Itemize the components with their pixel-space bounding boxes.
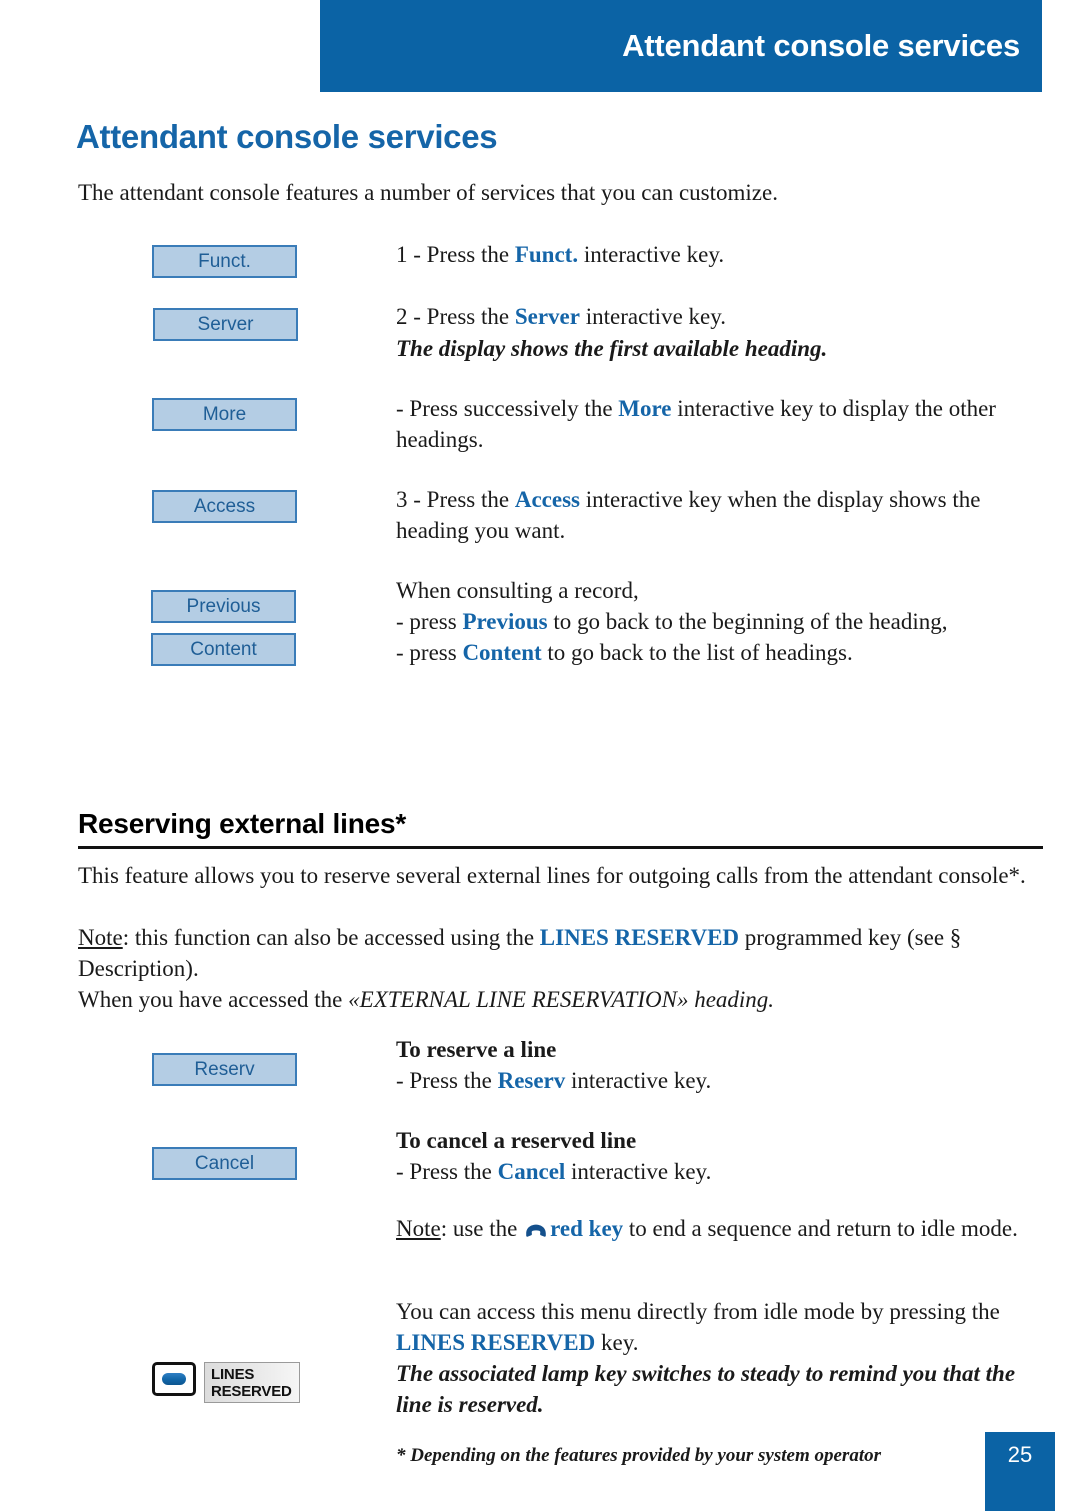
softkey-access[interactable]: Access xyxy=(152,490,297,523)
softkey-funct[interactable]: Funct. xyxy=(152,245,297,278)
note-prefix: : this function can also be accessed usi… xyxy=(122,925,540,950)
lines-reserved-programmed-key[interactable]: LINES RESERVED xyxy=(152,1362,300,1403)
softkey-content[interactable]: Content xyxy=(151,633,296,666)
record-content-keyword: Content xyxy=(462,640,542,665)
cancel-keyword: Cancel xyxy=(497,1159,566,1184)
reserve-suffix: interactive key. xyxy=(565,1068,712,1093)
redkey-keyword: red key xyxy=(550,1216,624,1241)
step2-prefix: 2 - Press the xyxy=(396,304,515,329)
step1-prefix: 1 - Press the xyxy=(396,242,515,267)
reserve-line-block: To reserve a line - Press the Reserv int… xyxy=(396,1034,1056,1096)
instruction-step-3: 3 - Press the Access interactive key whe… xyxy=(396,484,1051,546)
softkey-label: Server xyxy=(197,314,254,335)
softkey-label: More xyxy=(202,404,247,425)
intro-paragraph: The attendant console features a number … xyxy=(78,180,778,205)
reserve-instruction: - Press the Reserv interactive key. xyxy=(396,1065,1056,1096)
softkey-label: Funct. xyxy=(198,251,251,272)
instruction-record-group: When consulting a record, - press Previo… xyxy=(396,575,1036,668)
softkey-label: Cancel xyxy=(194,1153,255,1174)
reserve-keyword: Reserv xyxy=(497,1068,566,1093)
record-prev-prefix: - press xyxy=(396,609,463,634)
record-content-suffix: to go back to the list of headings. xyxy=(541,640,853,665)
record-content-prefix: - press xyxy=(396,640,463,665)
direct-keyword: LINES RESERVED xyxy=(396,1330,596,1355)
handset-icon xyxy=(525,1214,547,1237)
softkey-label: Reserv xyxy=(194,1059,255,1080)
step2-display-note: The display shows the first available he… xyxy=(396,336,828,361)
step1-keyword: Funct. xyxy=(514,242,579,267)
lamp-key-label-line1: LINES xyxy=(211,1366,255,1383)
record-intro: When consulting a record, xyxy=(396,578,639,603)
document-page: Attendant console services Attendant con… xyxy=(0,0,1080,1511)
instruction-step-2: 2 - Press the Server interactive key. Th… xyxy=(396,301,1056,364)
cancel-subheading: To cancel a reserved line xyxy=(396,1128,637,1153)
step3-prefix: 3 - Press the xyxy=(396,487,515,512)
record-prev-suffix: to go back to the beginning of the headi… xyxy=(547,609,948,634)
record-content-line: - press Content to go back to the list o… xyxy=(396,637,1036,668)
more-keyword: More xyxy=(618,396,672,421)
softkey-label: Content xyxy=(190,639,257,660)
step2-keyword: Server xyxy=(514,304,580,329)
direct-access-line: You can access this menu directly from i… xyxy=(396,1296,1036,1358)
section-accessed-line: When you have accessed the «EXTERNAL LIN… xyxy=(78,984,1046,1015)
lamp-key-button[interactable] xyxy=(152,1362,196,1396)
redkey-prefix: : use the xyxy=(440,1216,524,1241)
lamp-key-label-line2: RESERVED xyxy=(211,1383,292,1400)
softkey-label: Previous xyxy=(186,596,261,617)
note-label: Note xyxy=(78,925,123,950)
softkey-cancel[interactable]: Cancel xyxy=(152,1147,297,1180)
reserve-prefix: - Press the xyxy=(396,1068,498,1093)
lamp-indicator-icon xyxy=(162,1373,186,1385)
red-key-note: Note: use the red key to end a sequence … xyxy=(396,1213,1031,1244)
direct-prefix: You can access this menu directly from i… xyxy=(396,1299,1000,1324)
accessed-heading-name: «EXTERNAL LINE RESERVATION» heading. xyxy=(348,987,775,1012)
lamp-key-label: LINES RESERVED xyxy=(204,1362,300,1403)
reserve-subheading: To reserve a line xyxy=(396,1037,557,1062)
page-title: Attendant console services xyxy=(76,118,498,155)
cancel-instruction: - Press the Cancel interactive key. xyxy=(396,1156,1056,1187)
header-banner-title: Attendant console services xyxy=(622,28,1020,63)
step1-suffix: interactive key. xyxy=(578,242,725,267)
instruction-step-1: 1 - Press the Funct. interactive key. xyxy=(396,239,1056,270)
header-banner: Attendant console services xyxy=(320,0,1042,92)
note-keyword: LINES RESERVED xyxy=(539,925,740,950)
softkey-reserv[interactable]: Reserv xyxy=(152,1053,297,1086)
softkey-server[interactable]: Server xyxy=(153,308,298,341)
lamp-note: The associated lamp key switches to stea… xyxy=(396,1361,1016,1417)
section-heading-text: Reserving external lines* xyxy=(78,808,407,839)
accessed-prefix: When you have accessed the xyxy=(78,987,349,1012)
section-note-line: Note: this function can also be accessed… xyxy=(78,922,1046,984)
page-number-block: 25 xyxy=(985,1432,1055,1511)
redkey-suffix: to end a sequence and return to idle mod… xyxy=(623,1216,1018,1241)
direct-access-block: You can access this menu directly from i… xyxy=(396,1296,1036,1420)
page-number: 25 xyxy=(1007,1442,1033,1467)
step2-suffix: interactive key. xyxy=(579,304,726,329)
record-prev-keyword: Previous xyxy=(462,609,548,634)
footnote-text: * Depending on the features provided by … xyxy=(396,1445,882,1466)
section-heading-block: Reserving external lines* xyxy=(78,808,1043,849)
cancel-line-block: To cancel a reserved line - Press the Ca… xyxy=(396,1125,1056,1187)
softkey-more[interactable]: More xyxy=(152,398,297,431)
more-prefix: - Press successively the xyxy=(396,396,619,421)
record-previous-line: - press Previous to go back to the begin… xyxy=(396,606,1036,637)
redkey-note-label: Note xyxy=(396,1216,441,1241)
direct-suffix: key. xyxy=(595,1330,639,1355)
step3-keyword: Access xyxy=(514,487,580,512)
softkey-previous[interactable]: Previous xyxy=(151,590,296,623)
section-paragraph-1: This feature allows you to reserve sever… xyxy=(78,863,1026,888)
instruction-more: - Press successively the More interactiv… xyxy=(396,393,1026,455)
cancel-suffix: interactive key. xyxy=(565,1159,712,1184)
softkey-label: Access xyxy=(193,496,256,517)
section-heading-rule xyxy=(78,846,1043,849)
cancel-prefix: - Press the xyxy=(396,1159,498,1184)
